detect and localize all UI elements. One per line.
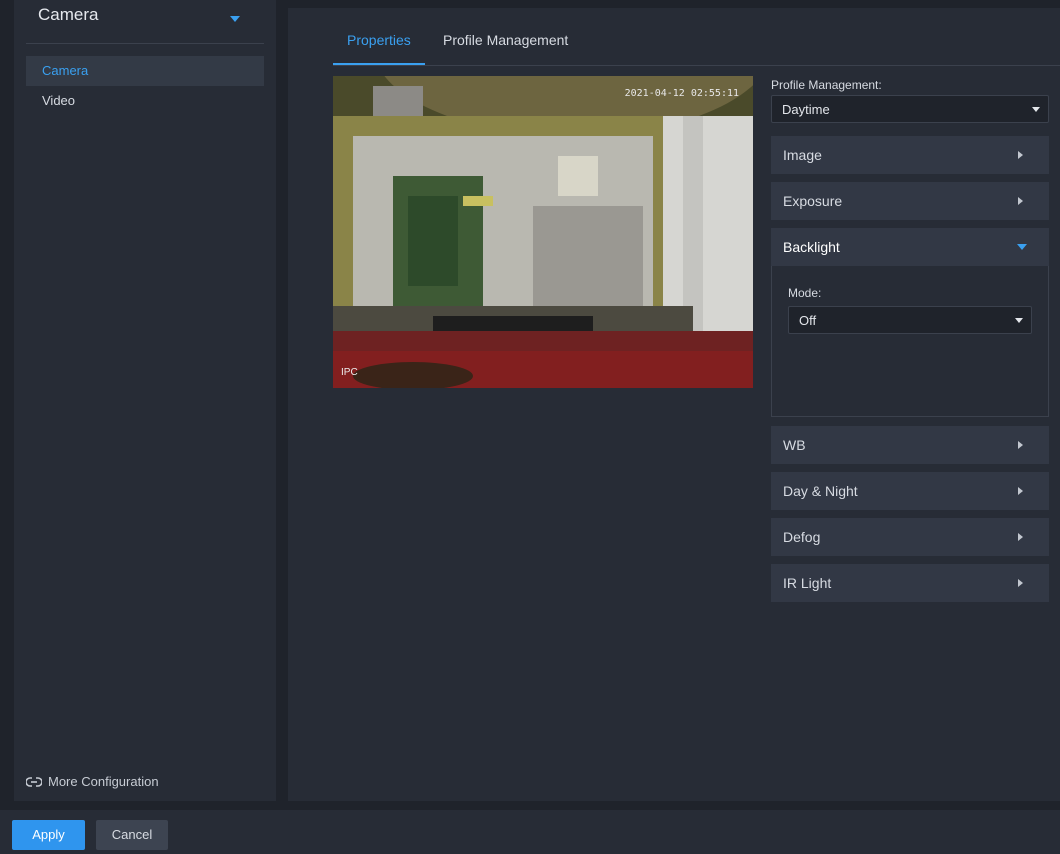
camera-preview: 2021-04-12 02:55:11 IPC [333, 76, 753, 388]
section-wb[interactable]: WB [771, 426, 1049, 464]
profile-management-select[interactable]: Daytime [771, 95, 1049, 123]
main-panel: Properties Profile Management 2021-04-12… [288, 8, 1060, 801]
preview-channel-label: IPC [341, 367, 358, 378]
footer-bar: Apply Cancel [0, 810, 1060, 854]
sidebar-item-label: Video [42, 93, 76, 108]
section-label: Day & Night [783, 483, 858, 499]
sidebar-header-dropdown[interactable]: Camera [26, 0, 264, 44]
section-backlight[interactable]: Backlight [771, 228, 1049, 266]
mode-select[interactable]: Off [788, 306, 1032, 334]
chevron-down-icon [1015, 318, 1023, 323]
tab-bar: Properties Profile Management [333, 29, 1060, 66]
backlight-panel: Mode: Off [771, 266, 1049, 417]
sidebar: Camera Camera Video More Configuration [14, 0, 276, 801]
section-label: IR Light [783, 575, 832, 591]
section-label: Defog [783, 529, 821, 545]
chevron-right-icon [1018, 487, 1023, 495]
section-label: WB [783, 437, 806, 453]
tab-profile-management[interactable]: Profile Management [429, 29, 582, 65]
sidebar-item-camera[interactable]: Camera [26, 56, 264, 86]
section-day-night[interactable]: Day & Night [771, 472, 1049, 510]
chevron-right-icon [1018, 151, 1023, 159]
sidebar-item-label: Camera [42, 63, 89, 78]
chevron-right-icon [1018, 533, 1023, 541]
link-icon [26, 776, 42, 788]
section-label: Exposure [783, 193, 843, 209]
apply-button[interactable]: Apply [12, 820, 85, 850]
section-defog[interactable]: Defog [771, 518, 1049, 556]
chevron-down-icon [1017, 244, 1027, 250]
mode-value: Off [799, 313, 817, 328]
section-label: Image [783, 147, 822, 163]
section-exposure[interactable]: Exposure [771, 182, 1049, 220]
more-configuration-label: More Configuration [48, 774, 159, 789]
cancel-button[interactable]: Cancel [96, 820, 168, 850]
sidebar-item-video[interactable]: Video [26, 86, 264, 116]
tab-properties[interactable]: Properties [333, 29, 425, 65]
section-label: Backlight [783, 239, 840, 255]
mode-label: Mode: [788, 286, 822, 300]
section-image[interactable]: Image [771, 136, 1049, 174]
profile-management-value: Daytime [782, 102, 830, 117]
chevron-right-icon [1018, 579, 1023, 587]
section-ir-light[interactable]: IR Light [771, 564, 1049, 602]
sidebar-title: Camera [38, 5, 99, 24]
chevron-right-icon [1018, 441, 1023, 449]
more-configuration-link[interactable]: More Configuration [26, 770, 159, 794]
preview-timestamp: 2021-04-12 02:55:11 [624, 88, 739, 99]
preview-image [333, 76, 753, 388]
profile-management-label: Profile Management: [771, 78, 882, 92]
chevron-right-icon [1018, 197, 1023, 205]
chevron-down-icon [1032, 107, 1040, 112]
chevron-down-icon [230, 16, 240, 22]
